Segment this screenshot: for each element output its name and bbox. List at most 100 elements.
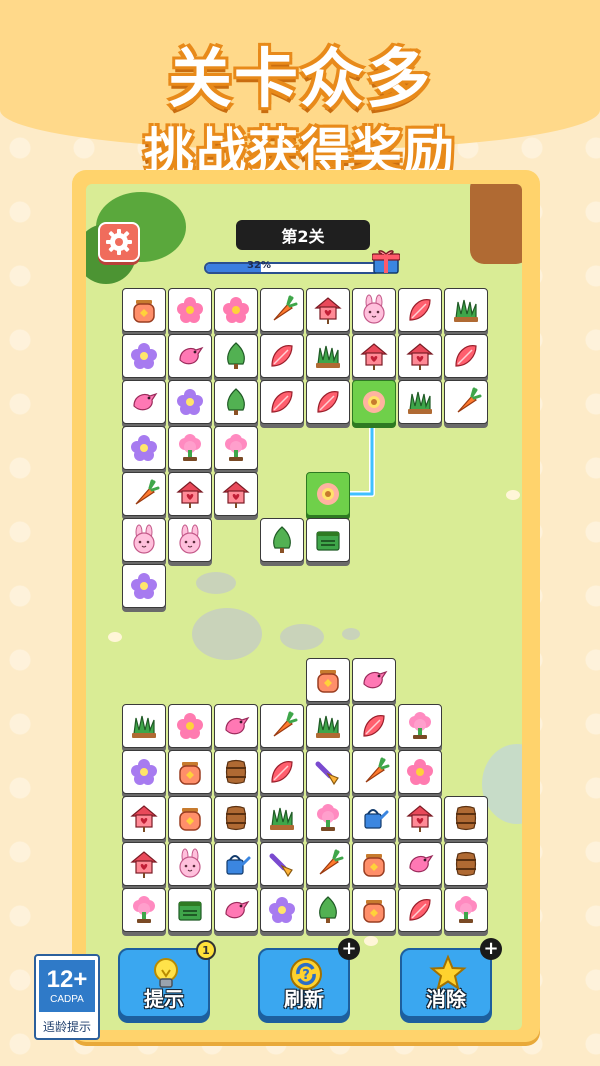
eliminate-button[interactable]: 消除	[400, 948, 492, 1018]
tile-sunflower[interactable]	[352, 380, 396, 424]
tile-bunny[interactable]	[168, 842, 212, 886]
eliminate-add-badge[interactable]: +	[480, 938, 502, 960]
tile-purple-flower[interactable]	[122, 564, 166, 608]
tile-pink-shrub[interactable]	[122, 888, 166, 932]
tile-grass[interactable]	[444, 288, 488, 332]
tile-grass[interactable]	[122, 704, 166, 748]
tile-wood-barrel[interactable]	[214, 750, 258, 794]
tile-pink-shrub[interactable]	[168, 426, 212, 470]
tile-carrot[interactable]	[122, 472, 166, 516]
tile-carrot[interactable]	[306, 842, 350, 886]
tile-pink-bird[interactable]	[168, 334, 212, 378]
tile-pink-bird[interactable]	[122, 380, 166, 424]
tile-honey-jar[interactable]	[168, 750, 212, 794]
tile-wood-barrel[interactable]	[444, 842, 488, 886]
tile-watering-can[interactable]	[214, 842, 258, 886]
petal-decoration	[506, 490, 520, 500]
tile-seed-box[interactable]	[306, 518, 350, 562]
tile-purple-flower[interactable]	[168, 380, 212, 424]
settings-button[interactable]	[98, 222, 140, 262]
birdhouse-icon	[406, 343, 434, 370]
refresh-button[interactable]: ? 刷新	[258, 948, 350, 1018]
birdhouse-icon	[176, 481, 204, 508]
tile-red-leaf[interactable]	[444, 334, 488, 378]
tile-honey-jar[interactable]	[306, 658, 350, 702]
tile-purple-flower[interactable]	[122, 750, 166, 794]
grass-icon	[132, 715, 156, 738]
tile-bunny[interactable]	[122, 518, 166, 562]
hint-button[interactable]: 提示	[118, 948, 210, 1018]
tile-pink-bird[interactable]	[214, 704, 258, 748]
pink-flower-icon	[407, 759, 433, 785]
tile-grass[interactable]	[260, 796, 304, 840]
tile-pink-bird[interactable]	[398, 842, 442, 886]
tile-green-tree[interactable]	[260, 518, 304, 562]
carrot-icon	[319, 849, 344, 875]
age-rating-number: 12+	[46, 965, 88, 993]
carrot-icon	[273, 711, 298, 737]
tile-honey-jar[interactable]	[122, 288, 166, 332]
tile-red-leaf[interactable]	[260, 750, 304, 794]
tile-trowel[interactable]	[306, 750, 350, 794]
grass-icon	[316, 715, 340, 738]
tile-watering-can[interactable]	[352, 796, 396, 840]
pink-shrub-icon	[133, 896, 155, 923]
tile-purple-flower[interactable]	[122, 426, 166, 470]
tile-green-tree[interactable]	[214, 334, 258, 378]
tile-pink-bird[interactable]	[214, 888, 258, 932]
tile-pink-flower[interactable]	[168, 704, 212, 748]
tile-wood-barrel[interactable]	[444, 796, 488, 840]
tile-sunflower[interactable]	[306, 472, 350, 516]
tile-honey-jar[interactable]	[352, 888, 396, 932]
tile-grass[interactable]	[306, 334, 350, 378]
green-tree-icon	[227, 342, 245, 369]
tile-carrot[interactable]	[352, 750, 396, 794]
tile-purple-flower[interactable]	[122, 334, 166, 378]
bunny-icon	[363, 294, 385, 324]
tile-birdhouse[interactable]	[306, 288, 350, 332]
tile-birdhouse[interactable]	[168, 472, 212, 516]
tile-bunny[interactable]	[352, 288, 396, 332]
tile-pink-flower[interactable]	[168, 288, 212, 332]
tile-red-leaf[interactable]	[306, 380, 350, 424]
tile-honey-jar[interactable]	[352, 842, 396, 886]
tile-carrot[interactable]	[260, 288, 304, 332]
tile-red-leaf[interactable]	[260, 380, 304, 424]
tile-bunny[interactable]	[168, 518, 212, 562]
tile-grass[interactable]	[398, 380, 442, 424]
level-progress-text: 32%	[247, 260, 271, 271]
tile-carrot[interactable]	[260, 704, 304, 748]
tile-pink-flower[interactable]	[214, 288, 258, 332]
tile-birdhouse[interactable]	[122, 796, 166, 840]
red-leaf-icon	[409, 899, 431, 921]
tile-pink-shrub[interactable]	[306, 796, 350, 840]
tile-green-tree[interactable]	[306, 888, 350, 932]
tile-birdhouse[interactable]	[214, 472, 258, 516]
tile-red-leaf[interactable]	[352, 704, 396, 748]
tile-birdhouse[interactable]	[398, 334, 442, 378]
refresh-add-badge[interactable]: +	[338, 938, 360, 960]
tile-trowel[interactable]	[260, 842, 304, 886]
age-rating-badge: 12+ CADPA 适龄提示	[34, 954, 100, 1040]
tile-pink-flower[interactable]	[398, 750, 442, 794]
gift-icon[interactable]	[372, 248, 400, 274]
tile-purple-flower[interactable]	[260, 888, 304, 932]
tile-pink-bird[interactable]	[352, 658, 396, 702]
tile-carrot[interactable]	[444, 380, 488, 424]
tile-red-leaf[interactable]	[398, 888, 442, 932]
tile-pink-shrub[interactable]	[444, 888, 488, 932]
tile-birdhouse[interactable]	[398, 796, 442, 840]
tile-pink-shrub[interactable]	[214, 426, 258, 470]
tile-grass[interactable]	[306, 704, 350, 748]
grass-icon	[270, 807, 294, 830]
tile-birdhouse[interactable]	[352, 334, 396, 378]
tile-wood-barrel[interactable]	[214, 796, 258, 840]
tile-red-leaf[interactable]	[260, 334, 304, 378]
tile-honey-jar[interactable]	[168, 796, 212, 840]
pink-shrub-icon	[409, 712, 431, 739]
tile-birdhouse[interactable]	[122, 842, 166, 886]
tile-pink-shrub[interactable]	[398, 704, 442, 748]
tile-seed-box[interactable]	[168, 888, 212, 932]
tile-red-leaf[interactable]	[398, 288, 442, 332]
tile-green-tree[interactable]	[214, 380, 258, 424]
